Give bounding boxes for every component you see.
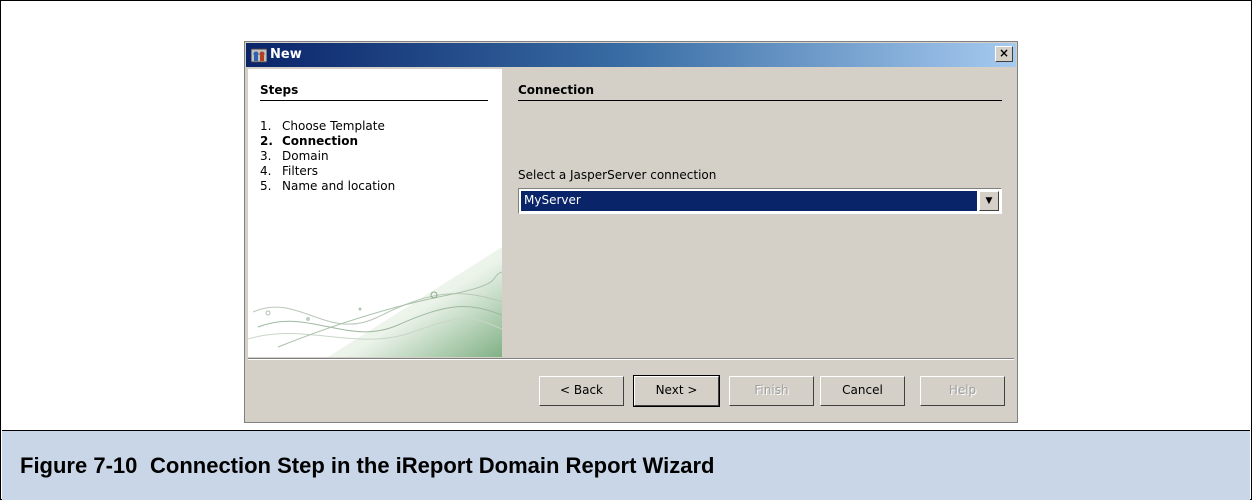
close-icon[interactable]: × [995, 46, 1013, 62]
figure-caption: Figure 7-10 Connection Step in the iRepor… [20, 453, 714, 479]
next-button[interactable]: Next > [633, 375, 720, 407]
connection-label: Select a JasperServer connection [518, 168, 717, 182]
new-dialog: New × Steps 1. Choose Template 2. Connecti… [244, 41, 1018, 423]
figure-caption-text: Connection Step in the iReport Domain Re… [150, 453, 715, 478]
app-icon [251, 48, 267, 63]
dialog-title: New [270, 47, 302, 62]
steps-panel: Steps 1. Choose Template 2. Connection 3. D… [248, 69, 502, 357]
cancel-button[interactable]: Cancel [820, 376, 905, 406]
step-name-and-location: 5. Name and location [260, 179, 396, 193]
figure-number: Figure 7-10 [20, 453, 138, 478]
steps-heading: Steps [260, 83, 488, 101]
screenshot-area: New × Steps 1. Choose Template 2. Connecti… [2, 2, 1250, 429]
connection-select[interactable]: MyServer ▼ [518, 188, 1002, 214]
step-domain: 3. Domain [260, 149, 329, 163]
chevron-down-icon[interactable]: ▼ [979, 191, 999, 211]
title-bar[interactable]: New × [246, 43, 1016, 67]
figure-caption-bar: Figure 7-10 Connection Step in the iRepor… [2, 430, 1250, 500]
separator [248, 358, 1014, 360]
help-button[interactable]: Help [920, 376, 1005, 406]
panel-heading: Connection [518, 83, 1002, 101]
step-choose-template: 1. Choose Template [260, 119, 385, 133]
figure-frame: New × Steps 1. Choose Template 2. Connecti… [0, 0, 1252, 500]
back-button[interactable]: < Back [539, 376, 624, 406]
step-filters: 4. Filters [260, 164, 318, 178]
step-connection: 2. Connection [260, 134, 359, 148]
decorative-swirl-graphic [248, 247, 502, 357]
steps-list: 1. Choose Template 2. Connection 3. Domain … [260, 119, 395, 194]
finish-button[interactable]: Finish [729, 376, 814, 406]
connection-select-value: MyServer [521, 191, 977, 211]
connection-panel: Connection Select a JasperServer connect… [502, 69, 1014, 357]
